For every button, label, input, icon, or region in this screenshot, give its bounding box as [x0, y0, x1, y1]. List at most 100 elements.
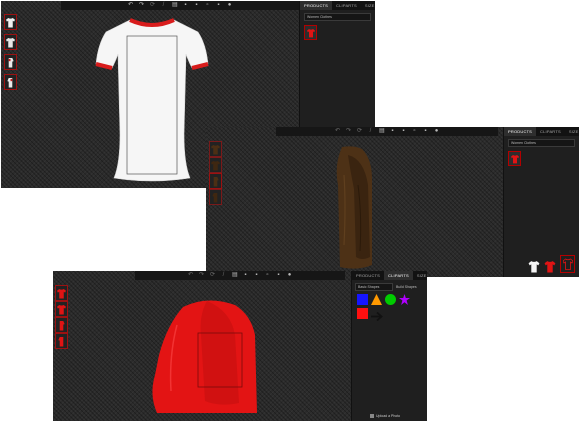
upload-icon — [370, 414, 374, 418]
undo-icon[interactable]: ↶ — [188, 272, 193, 278]
product-thumb-red-shirt[interactable] — [304, 25, 317, 40]
shirt-front-icon — [57, 288, 66, 298]
shape-grid — [357, 294, 423, 321]
build-shapes-link[interactable]: Build Shapes — [396, 285, 417, 289]
shirt-right-icon[interactable]: ▪ — [423, 128, 428, 134]
shirt-back-icon[interactable]: ▪ — [194, 2, 199, 8]
square-shape-icon[interactable] — [357, 294, 368, 305]
shirt-right-icon — [7, 77, 13, 87]
view-thumb-right[interactable] — [4, 74, 17, 90]
shirt-outline-icon — [562, 258, 573, 270]
undo-icon[interactable]: ↶ — [335, 128, 340, 134]
zoom-icon[interactable]: ● — [287, 272, 292, 278]
arrow-shape-icon[interactable] — [371, 312, 384, 321]
designer-screen-side: ↶ ↷ ⟳ / ▤ ▪ ▪ ▫ ▪ ● PRODUCTS CLIPARTS SI… — [206, 127, 579, 277]
triangle-shape-icon[interactable] — [371, 294, 382, 305]
shirt-front-icon[interactable]: ▪ — [183, 2, 188, 8]
shirt-front-icon — [6, 17, 15, 27]
upload-photo-label: Upload a Photo — [376, 414, 401, 418]
redo-icon[interactable]: ↷ — [346, 128, 351, 134]
cliparts-panel: PRODUCTS CLIPARTS SIZE Basic Shapes Buil… — [351, 271, 427, 421]
redo-icon[interactable]: ↷ — [199, 272, 204, 278]
pencil-icon[interactable]: / — [161, 2, 166, 8]
shirt-left-icon[interactable]: ▫ — [265, 272, 270, 278]
shirt-right-icon[interactable]: ▪ — [276, 272, 281, 278]
view-thumb-front[interactable] — [209, 141, 222, 157]
pencil-icon[interactable]: / — [221, 272, 226, 278]
shirt-back-icon — [211, 160, 220, 170]
rotate-icon[interactable]: ⟳ — [210, 272, 215, 278]
clipart-filter-row: Basic Shapes Build Shapes — [355, 283, 424, 291]
shirt-back-icon[interactable]: ▪ — [401, 128, 406, 134]
view-thumb-back[interactable] — [209, 157, 222, 173]
red-square-shape-icon[interactable] — [357, 308, 368, 319]
upload-photo-button[interactable]: Upload a Photo — [370, 414, 400, 418]
shirt-front-icon — [211, 144, 220, 154]
view-thumb-right[interactable] — [209, 189, 222, 205]
products-panel: PRODUCTS CLIPARTS SIZE Women Clothes — [503, 127, 579, 277]
redo-icon[interactable]: ↷ — [139, 2, 144, 8]
view-thumb-back[interactable] — [55, 301, 68, 317]
undo-icon[interactable]: ↶ — [128, 2, 133, 8]
tab-size[interactable]: SIZE — [361, 1, 375, 10]
tab-cliparts[interactable]: CLIPARTS — [536, 127, 565, 136]
category-select[interactable]: Women Clothes — [304, 13, 371, 21]
rotate-icon[interactable]: ⟳ — [150, 2, 155, 8]
layers-icon[interactable]: ▤ — [172, 2, 178, 8]
clipart-category-select[interactable]: Basic Shapes — [355, 283, 393, 291]
tab-products[interactable]: PRODUCTS — [504, 127, 537, 136]
shirt-right-icon[interactable]: ▪ — [216, 2, 221, 8]
rotate-icon[interactable]: ⟳ — [357, 128, 362, 134]
view-thumb-left[interactable] — [55, 317, 68, 333]
toolbar: ↶ ↷ ⟳ / ▤ ▪ ▪ ▫ ▪ ● — [276, 127, 498, 136]
view-thumb-left[interactable] — [209, 173, 222, 189]
shirt-left-icon[interactable]: ▫ — [205, 2, 210, 8]
shirt-back-icon — [6, 37, 15, 47]
circle-shape-icon[interactable] — [385, 294, 396, 305]
tab-size[interactable]: SIZE — [565, 127, 579, 136]
zoom-icon[interactable]: ● — [434, 128, 439, 134]
layers-icon[interactable]: ▤ — [232, 272, 238, 278]
shirt-icon — [306, 28, 315, 37]
pencil-icon[interactable]: / — [368, 128, 373, 134]
product-thumb-red-shirt[interactable] — [508, 151, 521, 166]
star-shape-icon[interactable] — [399, 294, 410, 305]
tab-size[interactable]: SIZE — [413, 271, 427, 280]
tab-cliparts[interactable]: CLIPARTS — [332, 1, 361, 10]
category-select[interactable]: Women Clothes — [508, 139, 575, 147]
shirt-red-side[interactable] — [147, 295, 265, 417]
view-thumb-front[interactable] — [4, 14, 17, 30]
shirt-left-icon[interactable]: ▫ — [412, 128, 417, 134]
view-thumb-left[interactable] — [4, 54, 17, 70]
shirt-left-icon — [8, 57, 14, 67]
tab-products[interactable]: PRODUCTS — [300, 1, 333, 10]
view-thumb-right[interactable] — [55, 333, 68, 349]
shirt-right-icon — [58, 336, 64, 346]
view-thumb-front[interactable] — [55, 285, 68, 301]
layers-icon[interactable]: ▤ — [379, 128, 385, 134]
shirt-front-icon[interactable]: ▪ — [243, 272, 248, 278]
shirt-left-icon — [59, 320, 65, 330]
panel-tabs: PRODUCTS CLIPARTS SIZE — [300, 1, 375, 10]
shirt-front-icon[interactable]: ▪ — [390, 128, 395, 134]
tab-products[interactable]: PRODUCTS — [352, 271, 384, 280]
shirt-white-front[interactable] — [94, 14, 210, 182]
panel-tabs: PRODUCTS CLIPARTS SIZE — [352, 271, 427, 280]
color-swatch-row — [528, 255, 575, 273]
toolbar: ↶ ↷ ⟳ / ▤ ▪ ▪ ▫ ▪ ● — [135, 271, 345, 280]
shirt-back-icon[interactable]: ▪ — [254, 272, 259, 278]
shirt-back-icon — [57, 304, 66, 314]
shirt-right-icon — [212, 192, 218, 202]
designer-screen-cliparts: ↶ ↷ ⟳ / ▤ ▪ ▪ ▫ ▪ ● PRODUCTS CLIPARTS SI… — [53, 271, 427, 421]
swatch-red-shirt[interactable] — [544, 260, 556, 273]
tab-cliparts[interactable]: CLIPARTS — [384, 271, 413, 280]
toolbar: ↶ ↷ ⟳ / ▤ ▪ ▪ ▫ ▪ ● — [61, 1, 299, 10]
swatch-selected-shirt[interactable] — [560, 255, 575, 273]
panel-tabs: PRODUCTS CLIPARTS SIZE — [504, 127, 579, 136]
view-thumb-back[interactable] — [4, 34, 17, 50]
shirt-brown-side[interactable] — [328, 145, 380, 273]
shirt-icon — [510, 154, 519, 163]
shirt-left-icon — [213, 176, 219, 186]
swatch-white-shirt[interactable] — [528, 260, 540, 273]
zoom-icon[interactable]: ● — [227, 2, 232, 8]
